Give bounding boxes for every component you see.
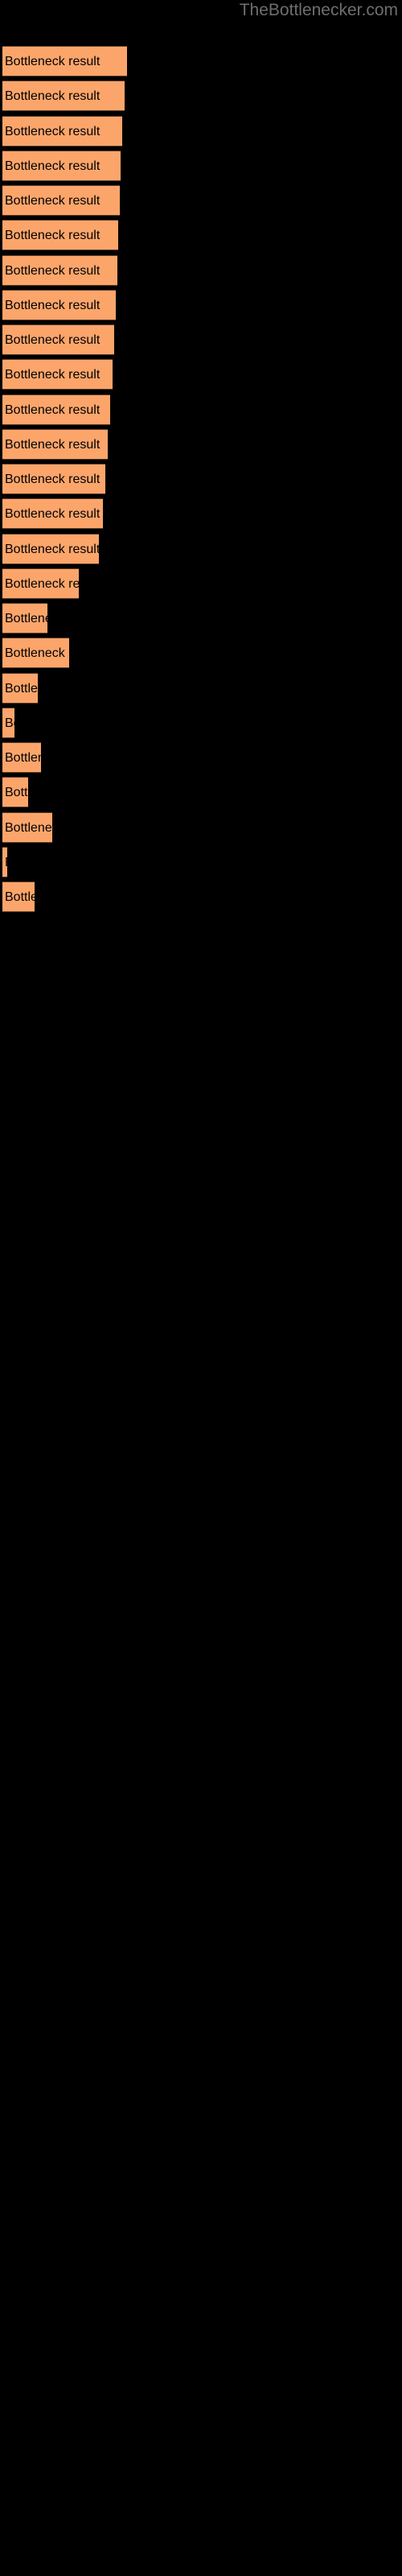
bottleneck-result-bar[interactable]: Bottleneck result bbox=[2, 881, 35, 912]
bar-label: Bottleneck result bbox=[5, 299, 100, 312]
bar-row: Bottleneck result bbox=[0, 673, 402, 704]
bottleneck-result-bar[interactable]: Bottleneck result bbox=[2, 568, 79, 599]
bar-row: Bottleneck result bbox=[0, 255, 402, 286]
bar-label: Bottleneck result bbox=[5, 821, 52, 835]
bar-row: Bottleneck result bbox=[0, 603, 402, 634]
bar-row: Bottleneck result bbox=[0, 777, 402, 807]
bar-row: Bottleneck result bbox=[0, 638, 402, 668]
bar-row: Bottleneck result bbox=[0, 812, 402, 843]
bar-label: Bottleneck result bbox=[5, 125, 100, 138]
bar-label: Bottleneck result bbox=[5, 368, 100, 382]
bottleneck-result-bar[interactable]: Bottleneck result bbox=[2, 673, 38, 704]
bottleneck-result-bar[interactable]: Bottleneck result bbox=[2, 290, 116, 320]
bar-label: Bottleneck result bbox=[5, 646, 69, 660]
bar-label: Bottleneck result bbox=[5, 577, 79, 591]
bar-row: Bottleneck result bbox=[0, 742, 402, 773]
bottleneck-result-bar[interactable]: Bottleneck result bbox=[2, 220, 118, 250]
bottleneck-result-bar[interactable]: Bottleneck result bbox=[2, 116, 122, 147]
bar-label: Bottleneck result bbox=[5, 507, 100, 521]
bar-row: Bottleneck result bbox=[0, 394, 402, 425]
bar-row: Bottleneck result bbox=[0, 881, 402, 912]
bar-row: Bottleneck result bbox=[0, 185, 402, 216]
bar-row: Bottleneck result bbox=[0, 429, 402, 460]
bar-row: Bottleneck result bbox=[0, 359, 402, 390]
bar-label: Bottleneck result bbox=[5, 612, 47, 625]
bar-label: Bottleneck result bbox=[5, 751, 41, 765]
bar-label: Bottleneck result bbox=[5, 333, 100, 347]
bottleneck-result-bar[interactable]: Bottleneck result bbox=[2, 812, 52, 843]
bar-row: Bottleneck result bbox=[0, 498, 402, 529]
bar-label: Bottleneck result bbox=[5, 194, 100, 208]
bottleneck-result-bar[interactable]: Bottleneck result bbox=[2, 498, 103, 529]
bar-row: Bottleneck result bbox=[0, 534, 402, 564]
bar-label: Bottleneck result bbox=[5, 264, 100, 278]
bottleneck-result-bar[interactable]: Bottleneck result bbox=[2, 534, 99, 564]
bottleneck-result-bar[interactable]: Bottleneck result bbox=[2, 638, 69, 668]
bar-row: Bottleneck result bbox=[0, 116, 402, 147]
page-root: TheBottlenecker.com Bottleneck result Bot… bbox=[0, 0, 402, 2576]
bottleneck-result-bar[interactable]: Bottleneck result bbox=[2, 80, 125, 111]
bar-label: Bottleneck result bbox=[5, 229, 100, 242]
bar-row: Bottleneck result bbox=[0, 80, 402, 111]
bar-label: Bottleneck result bbox=[5, 682, 38, 696]
bottleneck-result-bar[interactable]: Bottleneck result bbox=[2, 464, 105, 494]
bottleneck-result-bar[interactable]: Bottleneck result bbox=[2, 708, 14, 738]
bottleneck-result-bar[interactable]: Bottleneck result bbox=[2, 255, 117, 286]
bar-label: Bottleneck result bbox=[5, 786, 28, 799]
bar-label: Bottleneck result bbox=[5, 403, 100, 417]
bar-label: Bottleneck result bbox=[5, 438, 100, 452]
bar-row: Bottleneck result bbox=[0, 220, 402, 250]
bar-row: Bottleneck result bbox=[0, 290, 402, 320]
bar-row: Bottleneck result bbox=[0, 151, 402, 181]
bar-label: Bottleneck result bbox=[5, 543, 99, 556]
bar-row: Bottleneck result bbox=[0, 708, 402, 738]
bottleneck-result-bar[interactable]: Bottleneck result bbox=[2, 185, 120, 216]
bottleneck-result-bar[interactable]: Bottleneck result bbox=[2, 847, 7, 877]
bar-label: Bottleneck result bbox=[5, 55, 100, 68]
bottleneck-result-bar[interactable]: Bottleneck result bbox=[2, 429, 108, 460]
bar-label: Bottleneck result bbox=[5, 159, 100, 173]
bar-label: Bottleneck result bbox=[5, 848, 7, 877]
bottleneck-result-bar[interactable]: Bottleneck result bbox=[2, 394, 110, 425]
bar-label: Bottleneck result bbox=[5, 890, 35, 904]
bottleneck-result-bar[interactable]: Bottleneck result bbox=[2, 359, 113, 390]
bottleneck-result-bar[interactable]: Bottleneck result bbox=[2, 777, 28, 807]
bottleneck-bar-chart: Bottleneck result Bottleneck result Bottle… bbox=[0, 0, 402, 2576]
bar-label: Bottleneck result bbox=[5, 716, 14, 730]
bar-row: Bottleneck result bbox=[0, 568, 402, 599]
bottleneck-result-bar[interactable]: Bottleneck result bbox=[2, 742, 41, 773]
bar-row: Bottleneck result bbox=[0, 847, 402, 877]
bottleneck-result-bar[interactable]: Bottleneck result bbox=[2, 46, 127, 76]
bottleneck-result-bar[interactable]: Bottleneck result bbox=[2, 324, 114, 355]
bar-row: Bottleneck result bbox=[0, 46, 402, 76]
bar-label: Bottleneck result bbox=[5, 89, 100, 103]
bar-row: Bottleneck result bbox=[0, 464, 402, 494]
bar-row: Bottleneck result bbox=[0, 324, 402, 355]
bar-label: Bottleneck result bbox=[5, 473, 100, 486]
bottleneck-result-bar[interactable]: Bottleneck result bbox=[2, 151, 121, 181]
bottleneck-result-bar[interactable]: Bottleneck result bbox=[2, 603, 47, 634]
